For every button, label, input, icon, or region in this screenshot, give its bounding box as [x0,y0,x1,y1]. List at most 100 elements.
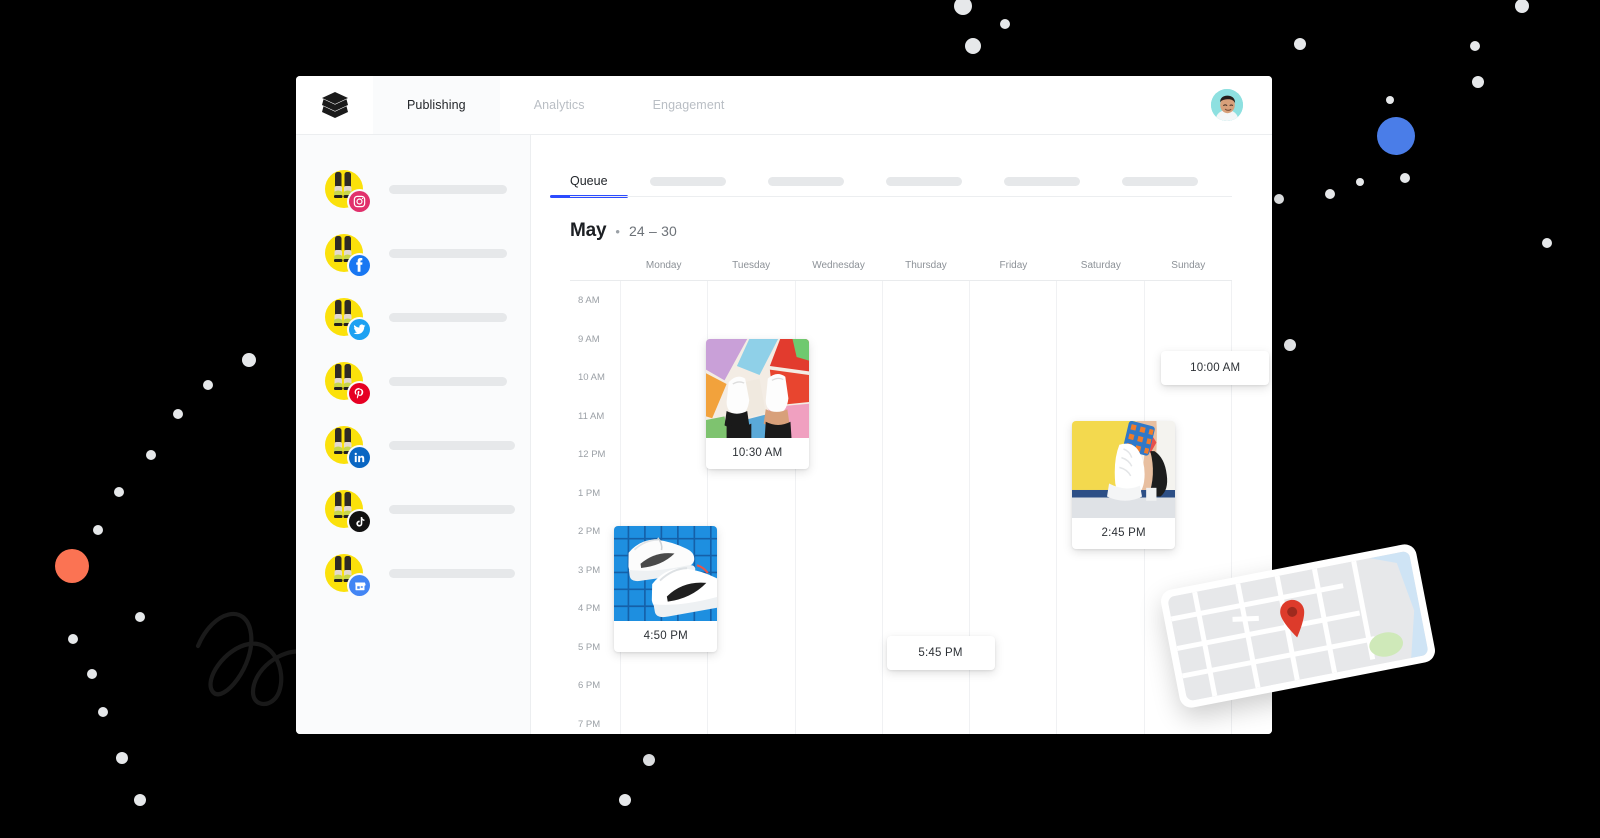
decorative-dot [1325,189,1335,199]
subtab-queue[interactable]: Queue [550,174,627,198]
decorative-dot [965,38,981,54]
publishing-main-panel: Queue May • 24 – 30 Monday Tuesday Wednesd… [531,135,1272,734]
nav-tab-analytics-label: Analytics [533,98,585,112]
calendar-time-label: 12 PM [578,449,606,460]
sidebar-channel-google-business-profile[interactable] [296,541,530,605]
channel-name-placeholder [389,248,507,258]
sidebar-channel-instagram[interactable] [296,157,530,221]
scheduled-time-slot-card[interactable]: 10:00 AM [1161,351,1270,385]
sidebar-channel-linkedin[interactable] [296,413,530,477]
calendar-time-label: 6 PM [578,680,601,691]
user-avatar[interactable] [1211,89,1243,121]
calendar-period-header: May • 24 – 30 [570,220,1232,242]
channels-sidebar [296,135,531,734]
decorative-dot [114,487,124,497]
decorative-dot [242,353,256,367]
nav-tab-analytics[interactable]: Analytics [500,76,619,134]
calendar-day-column-monday[interactable] [620,281,707,734]
channel-avatar [325,170,370,212]
post-scheduled-time: 5:45 PM [918,647,963,659]
decorative-dot [1274,194,1284,204]
subtab-placeholder-1[interactable] [649,177,726,186]
subtab-placeholder-4[interactable] [1003,177,1080,186]
calendar-grid-wrapper: 8 AM 9 AM 10 AM 11 AM 12 PM 1 PM 2 PM 3 PM 4 PM 5… [570,280,1270,734]
subtab-placeholder-5[interactable] [1121,177,1198,186]
calendar-header-separator: • [615,224,620,239]
decorative-dot [1386,96,1394,104]
calendar-day-header: Monday [645,260,682,271]
calendar-time-label: 5 PM [578,641,601,653]
subtab-queue-label: Queue [570,174,608,188]
decorative-dot [1470,41,1480,51]
channel-name-placeholder [389,568,515,578]
nav-tab-publishing[interactable]: Publishing [373,76,500,134]
sidebar-channel-pinterest[interactable] [296,349,530,413]
nav-tab-engagement[interactable]: Engagement [619,76,759,134]
decorative-dot [1472,76,1484,88]
scheduled-post-card[interactable]: 2:45 PM [1072,421,1176,549]
sidebar-channel-twitter[interactable] [296,285,530,349]
blue-circle [1377,117,1415,155]
calendar-day-header: Thursday [905,260,947,271]
decorative-dot [1294,38,1306,50]
decorative-dot [146,450,156,460]
decorative-dot [619,794,631,806]
coral-circle [55,549,89,583]
sidebar-channel-facebook[interactable] [296,221,530,285]
calendar-time-label: 4 PM [578,603,601,614]
decorative-dot [1000,19,1010,29]
nav-tab-publishing-label: Publishing [407,98,466,112]
calendar-day-header: Sunday [1171,260,1206,271]
calendar-time-label: 1 PM [578,487,601,499]
decorative-dot [134,794,146,806]
buffer-logo-icon[interactable] [296,76,373,134]
week-calendar: Monday Tuesday Wednesday Thursday Friday Satu… [570,260,1270,734]
channel-avatar [325,490,370,532]
calendar-time-label: 2 PM [578,526,601,537]
linkedin-icon [349,447,370,468]
decorative-dot [1515,0,1529,13]
post-thumbnail [705,339,809,438]
channel-name-placeholder [389,312,507,322]
instagram-icon [349,191,370,212]
calendar-day-headers: Monday Tuesday Wednesday Thursday Friday Satu… [570,260,1232,280]
twitter-icon [349,319,370,340]
calendar-day-header: Saturday [1080,260,1121,271]
decorative-dot [173,409,183,419]
scheduled-post-card[interactable]: 4:50 PM [614,526,718,652]
pinterest-icon [349,383,370,404]
scheduled-post-card[interactable]: 10:30 AM [705,339,809,469]
calendar-time-axis: 8 AM 9 AM 10 AM 11 AM 12 PM 1 PM 2 PM 3 PM 4 PM 5… [570,281,620,734]
app-body: Queue May • 24 – 30 Monday Tuesday Wednesd… [296,135,1272,734]
decorative-dot [643,754,655,766]
subtabs-divider [570,196,1232,197]
decorative-dot [98,707,108,717]
post-scheduled-time: 10:30 AM [732,447,783,459]
sidebar-channel-tiktok[interactable] [296,477,530,541]
google-business-profile-icon [349,575,370,596]
calendar-time-label: 10 AM [578,372,605,383]
calendar-time-label: 9 AM [578,333,600,345]
tiktok-icon [349,511,370,532]
channel-avatar [325,234,370,276]
post-scheduled-time: 2:45 PM [1101,527,1146,539]
subtab-placeholder-3[interactable] [885,177,962,186]
decorative-dot [1284,339,1296,351]
scheduled-time-slot-card[interactable]: 5:45 PM [886,636,995,670]
buffer-app-window: Publishing Analytics Engagement Queue Ma… [296,76,1272,734]
calendar-time-label: 7 PM [578,718,601,730]
decorative-dot [116,752,128,764]
calendar-day-header: Wednesday [812,260,865,271]
page-root: Publishing Analytics Engagement Queue Ma… [0,0,1600,838]
decorative-dot [1400,173,1410,183]
decorative-dot [135,612,145,622]
queue-subtabs: Queue [550,135,1232,198]
calendar-time-label: 3 PM [578,564,601,576]
facebook-icon [349,255,370,276]
channel-avatar [325,362,370,404]
top-navigation-bar: Publishing Analytics Engagement [296,76,1272,135]
channel-avatar [325,298,370,340]
calendar-day-header: Friday [999,260,1028,271]
post-thumbnail [614,526,718,621]
subtab-placeholder-2[interactable] [767,177,844,186]
